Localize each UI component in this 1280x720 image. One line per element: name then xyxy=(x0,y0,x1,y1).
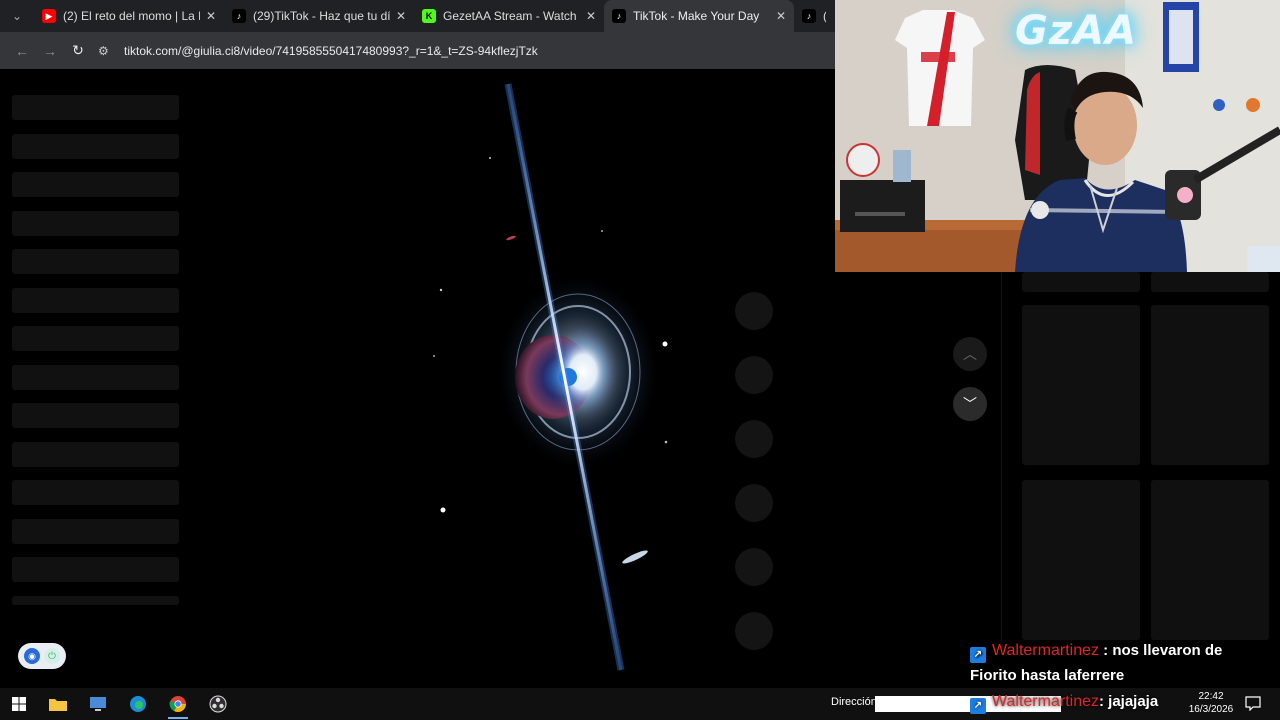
skeleton-row xyxy=(12,403,179,428)
tab-title: (29) xyxy=(823,9,826,23)
skeleton-row xyxy=(12,595,179,605)
tab-title: (29)TikTok - Haz que tu día sea xyxy=(253,9,390,23)
tab-kick[interactable]: K GezetAA Stream - Watch Live o ✕ xyxy=(414,0,604,32)
kick-badge-icon: ↗ xyxy=(970,647,986,663)
next-video-button[interactable]: ﹀ xyxy=(953,387,987,421)
tab-title: (2) El reto del momo | La Rosa c xyxy=(63,9,200,23)
skeleton-row xyxy=(12,518,179,544)
skeleton-row xyxy=(12,326,179,351)
skeleton-row xyxy=(12,172,179,197)
neon-sign: GzAA xyxy=(1015,8,1138,54)
sound-button[interactable] xyxy=(735,612,773,650)
chat-username: Waltermartinez xyxy=(992,693,1099,710)
skeleton-row xyxy=(12,287,179,313)
edge-icon xyxy=(130,696,146,712)
clock-time: 22:42 xyxy=(1198,691,1224,702)
chat-text: nos llevaron de xyxy=(1112,642,1223,659)
video-frame xyxy=(433,83,668,671)
chrome-icon xyxy=(169,696,186,713)
obs-button[interactable] xyxy=(198,688,238,720)
skeleton-row xyxy=(12,557,179,582)
reload-icon[interactable]: ↻ xyxy=(64,37,92,65)
tab-search-icon[interactable]: ⌄ xyxy=(0,0,34,32)
chat-separator: : xyxy=(1098,693,1109,710)
url-field[interactable]: ⚙ tiktok.com/@giulia.ci8/video/741958555… xyxy=(98,37,827,65)
grid-placeholder xyxy=(1151,272,1269,292)
video-actions xyxy=(735,292,773,676)
repost-button[interactable] xyxy=(735,548,773,586)
tiktok-icon: ♪ xyxy=(802,9,816,23)
share-button[interactable] xyxy=(735,484,773,522)
video-player[interactable] xyxy=(373,72,703,678)
screen: ⌄ ▶ (2) El reto del momo | La Rosa c ✕ ♪… xyxy=(0,0,1280,720)
chevron-down-icon: ﹀ xyxy=(963,396,977,412)
address-toolbar-label: Dirección xyxy=(831,696,877,708)
tab-youtube[interactable]: ▶ (2) El reto del momo | La Rosa c ✕ xyxy=(34,0,224,32)
skeleton-row xyxy=(12,210,179,236)
url-text: tiktok.com/@giulia.ci8/video/74195855504… xyxy=(124,43,538,58)
site-settings-icon[interactable]: ⚙ xyxy=(98,44,116,58)
edge-button[interactable] xyxy=(118,688,158,720)
tab-title: TikTok - Make Your Day xyxy=(633,9,760,23)
chat-separator: : xyxy=(1098,642,1113,659)
previous-video-button[interactable]: ︿ xyxy=(953,337,987,371)
close-icon[interactable]: ✕ xyxy=(396,9,406,23)
close-icon[interactable]: ✕ xyxy=(586,9,596,23)
windows-logo-icon xyxy=(12,697,26,711)
address-bar: ← → ↻ ⚙ tiktok.com/@giulia.ci8/video/741… xyxy=(0,32,835,69)
grid-placeholder xyxy=(1022,272,1140,292)
skeleton-row xyxy=(12,480,179,505)
like-button[interactable] xyxy=(735,292,773,330)
tab-tiktok-1[interactable]: ♪ (29)TikTok - Haz que tu día sea ✕ xyxy=(224,0,414,32)
system-clock[interactable]: 22:42 16/3/2026 xyxy=(1188,690,1234,716)
sidebar-skeleton xyxy=(12,95,180,618)
comment-button[interactable] xyxy=(735,356,773,394)
chat-message: ↗ Waltermartinez: jajajaja xyxy=(970,693,1158,714)
power-icon: ⏻ xyxy=(44,648,60,664)
skeleton-row xyxy=(12,133,179,159)
tab-tiktok-active[interactable]: ♪ TikTok - Make Your Day ✕ xyxy=(604,0,794,32)
skeleton-row xyxy=(12,364,179,390)
skeleton-row xyxy=(12,249,179,274)
grid-placeholder xyxy=(1151,305,1269,465)
obs-icon xyxy=(209,695,227,713)
chat-text: jajajaja xyxy=(1108,693,1159,710)
start-button[interactable] xyxy=(0,688,38,720)
tiktok-icon: ♪ xyxy=(612,9,626,23)
close-icon[interactable]: ✕ xyxy=(206,9,216,23)
chat-message-continuation: Fiorito hasta laferrere xyxy=(970,667,1125,684)
skeleton-row xyxy=(12,95,179,120)
panel-divider xyxy=(1001,272,1002,642)
extension-logo-icon: ◉ xyxy=(24,648,40,664)
notification-icon[interactable] xyxy=(1245,695,1261,712)
chat-message: ↗ Waltermartinez : nos llevaron de xyxy=(970,638,1270,663)
skeleton-row xyxy=(12,441,179,467)
grid-placeholder xyxy=(1151,480,1269,640)
youtube-icon: ▶ xyxy=(42,9,56,23)
grid-placeholder xyxy=(1022,480,1140,640)
tab-tiktok-2[interactable]: ♪ (29) xyxy=(794,0,834,32)
bookmark-button[interactable] xyxy=(735,420,773,458)
stream-chat: ↗ Waltermartinez : nos llevaron de Fiorit… xyxy=(970,638,1270,688)
back-arrow-icon[interactable]: ← xyxy=(8,37,36,65)
clock-date: 16/3/2026 xyxy=(1188,704,1234,715)
chrome-button[interactable] xyxy=(158,688,198,720)
chevron-up-icon: ︿ xyxy=(963,346,977,362)
kick-badge-icon: ↗ xyxy=(970,698,986,714)
browser-tabbar: ⌄ ▶ (2) El reto del momo | La Rosa c ✕ ♪… xyxy=(0,0,835,32)
app-button[interactable] xyxy=(78,688,118,720)
chat-username: Waltermartinez xyxy=(992,642,1099,659)
folder-icon xyxy=(49,699,67,711)
grid-placeholder xyxy=(1022,305,1140,465)
extension-pill[interactable]: ◉ ⏻ xyxy=(18,643,66,669)
tab-title: GezetAA Stream - Watch Live o xyxy=(443,9,580,23)
forward-arrow-icon[interactable]: → xyxy=(36,37,64,65)
action-center-icon xyxy=(1245,696,1261,712)
kick-icon: K xyxy=(422,9,436,23)
close-icon[interactable]: ✕ xyxy=(776,9,786,23)
tiktok-icon: ♪ xyxy=(232,9,246,23)
file-explorer-button[interactable] xyxy=(38,688,78,720)
monitor-app-icon xyxy=(90,697,106,711)
